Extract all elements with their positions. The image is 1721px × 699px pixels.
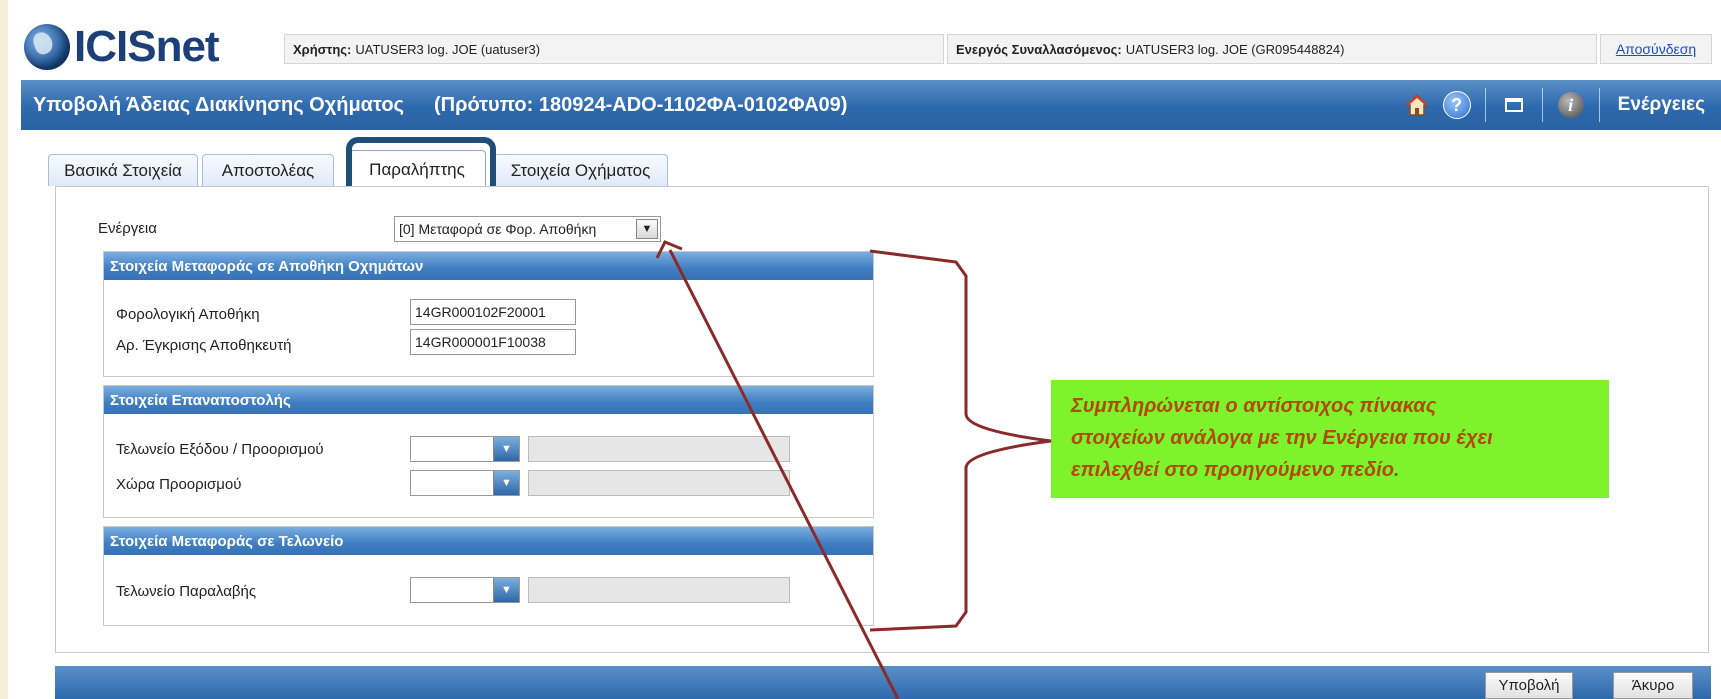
logout-link[interactable]: Αποσύνδεση [1616, 41, 1696, 57]
action-select-value: [0] Μεταφορά σε Φορ. Αποθήκη [399, 221, 597, 237]
actions-menu[interactable]: Ενέργειες [1608, 94, 1721, 116]
receiving-office-label: Τελωνείο Παραλαβής [116, 583, 257, 600]
action-select[interactable]: [0] Μεταφορά σε Φορ. Αποθήκη ▼ [394, 216, 661, 242]
window-icon[interactable] [1494, 80, 1534, 130]
chevron-down-icon[interactable]: ▼ [493, 471, 519, 495]
tax-warehouse-input[interactable]: 14GR000102F20001 [410, 299, 576, 325]
trader-value: UATUSER3 log. JOE (GR095448824) [1125, 41, 1345, 57]
left-decorative-strip [0, 0, 8, 699]
submit-button[interactable]: Υποβολή [1485, 672, 1573, 699]
warehouse-section-title: Στοιχεία Μεταφοράς σε Αποθήκη Οχημάτων [104, 252, 873, 280]
app-logo: ICISnet [24, 22, 220, 72]
user-label: Χρήστης: [293, 41, 352, 57]
action-label: Ενέργεια [98, 220, 157, 237]
page-title-bar: Υποβολή Άδειας Διακίνησης Οχήματος (Πρότ… [21, 80, 1721, 130]
callout-line-3: επιλεχθεί στο προηγούμενο πεδίο. [1071, 459, 1400, 481]
chevron-down-icon[interactable]: ▼ [493, 578, 519, 602]
logout-container: Αποσύνδεση [1600, 34, 1712, 64]
exit-office-combo[interactable]: ▼ [410, 436, 520, 462]
tab-vehicle-info[interactable]: Στοιχεία Οχήματος [493, 154, 668, 186]
tab-sender[interactable]: Αποστολέας [202, 154, 334, 186]
tab-basic-info[interactable]: Βασικά Στοιχεία [48, 154, 198, 186]
template-id: (Πρότυπο: 180924-ADO-1102ΦΑ-0102ΦΑ09) [433, 93, 848, 116]
receiving-office-description [528, 577, 790, 603]
top-header: ICISnet Χρήστης: UATUSER3 log. JOE (uatu… [8, 0, 1721, 78]
toolbar-divider [1598, 88, 1600, 122]
destination-country-label: Χώρα Προορισμού [116, 476, 242, 493]
footer-bar [55, 666, 1711, 699]
annotation-callout: Συμπληρώνεται ο αντίστοιχος πίνακας στοι… [1051, 380, 1609, 498]
user-value: UATUSER3 log. JOE (uatuser3) [355, 41, 541, 57]
user-info: Χρήστης: UATUSER3 log. JOE (uatuser3) [284, 34, 944, 64]
page-title: Υποβολή Άδειας Διακίνησης Οχήματος [33, 93, 404, 116]
approval-number-label: Αρ. Έγκρισης Αποθηκευτή [116, 337, 292, 354]
toolbar-divider [1541, 88, 1543, 122]
approval-number-input[interactable]: 14GR000001F10038 [410, 329, 576, 355]
toolbar-divider [1484, 88, 1486, 122]
receiving-office-combo[interactable]: ▼ [410, 577, 520, 603]
customs-section: Στοιχεία Μεταφοράς σε Τελωνείο [103, 526, 874, 626]
cancel-button[interactable]: Άκυρο [1613, 672, 1693, 699]
globe-icon [24, 24, 70, 70]
destination-country-combo[interactable]: ▼ [410, 470, 520, 496]
help-icon[interactable]: ? [1437, 80, 1477, 130]
trader-info: Ενεργός Συναλλασόμενος: UATUSER3 log. JO… [947, 34, 1597, 64]
logo-text: ICISnet [74, 22, 220, 71]
destination-country-description [528, 470, 790, 496]
reexport-section-title: Στοιχεία Επαναποστολής [104, 386, 873, 414]
chevron-down-icon[interactable]: ▼ [636, 219, 658, 239]
tax-warehouse-label: Φορολογική Αποθήκη [116, 306, 260, 323]
exit-office-description [528, 436, 790, 462]
trader-label: Ενεργός Συναλλασόμενος: [956, 41, 1122, 57]
toolbar-icons: ? i Ενέργειες [1397, 80, 1721, 130]
info-icon[interactable]: i [1551, 80, 1591, 130]
customs-section-title: Στοιχεία Μεταφοράς σε Τελωνείο [104, 527, 873, 555]
app-window: ICISnet Χρήστης: UATUSER3 log. JOE (uatu… [8, 0, 1721, 699]
home-icon[interactable] [1397, 80, 1437, 130]
callout-line-2: στοιχείων ανάλογα με την Ενέργεια που έχ… [1071, 427, 1493, 449]
exit-office-label: Τελωνείο Εξόδου / Προορισμού [116, 441, 324, 458]
callout-line-1: Συμπληρώνεται ο αντίστοιχος πίνακας [1071, 395, 1437, 417]
chevron-down-icon[interactable]: ▼ [493, 437, 519, 461]
